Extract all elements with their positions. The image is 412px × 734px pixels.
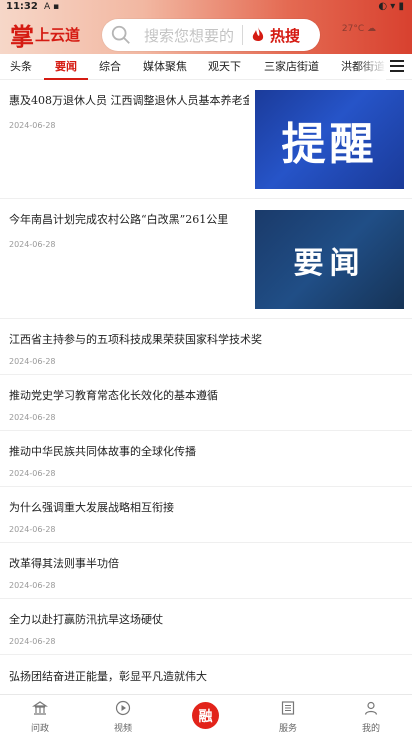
thumbnail-text: 提醒 (281, 118, 378, 170)
news-title: 为什么强调重大发展战略相互衔接 (9, 501, 174, 514)
news-title: 推动中华民族共同体故事的全球化传播 (9, 445, 196, 458)
menu-icon[interactable] (390, 60, 404, 72)
search-icon (110, 20, 140, 50)
news-title: 今年南昌计划完成农村公路“白改黑”261公里 (9, 213, 229, 226)
news-title: 江西省主持参与的五项科技成果荣获国家科学技术奖 (9, 333, 262, 346)
nav-label: 服务 (278, 724, 297, 734)
status-right-icons: ◐ ▾ ▮ (378, 1, 404, 12)
nav-video[interactable]: 视频 (93, 695, 153, 734)
news-date: 2024-06-28 (9, 121, 56, 130)
bottom-nav: 问政 视频 融 服务 我的 (0, 694, 412, 734)
tab-comprehensive[interactable]: 综合 (99, 58, 121, 74)
news-date: 2024-06-28 (9, 469, 56, 478)
news-date: 2024-06-28 (9, 581, 56, 590)
channel-tabs: 头条 要闻 综合 媒体聚焦 观天下 三家店街道 洪都街道 (0, 54, 412, 80)
news-title: 全力以赴打赢防汛抗旱这场硬仗 (9, 613, 163, 626)
news-item[interactable]: 今年南昌计划完成农村公路“白改黑”261公里 2024-06-28 要闻 (0, 199, 412, 319)
news-date: 2024-06-28 (9, 413, 56, 422)
tab-important-news[interactable]: 要闻 (55, 58, 77, 74)
thumbnail-text: 要闻 (293, 245, 366, 281)
news-title: 惠及408万退休人员 江西调整退休人员基本养老金 (9, 94, 249, 107)
news-item[interactable]: 推动党史学习教育常态化长效化的基本遵循 2024-06-28 (0, 375, 412, 431)
news-title: 推动党史学习教育常态化长效化的基本遵循 (9, 389, 218, 402)
news-item[interactable]: 改革得其法则事半功倍 2024-06-28 (0, 543, 412, 599)
news-item[interactable]: 全力以赴打赢防汛抗旱这场硬仗 2024-06-28 (0, 599, 412, 655)
nav-wenzheng[interactable]: 问政 (10, 695, 70, 734)
government-icon (32, 701, 48, 715)
news-item[interactable]: 推动中华民族共同体故事的全球化传播 2024-06-28 (0, 431, 412, 487)
nav-mine[interactable]: 我的 (341, 695, 401, 734)
app-logo[interactable]: 掌 上云道 (10, 20, 81, 51)
status-time: 11:32 (6, 1, 38, 12)
weather-widget[interactable]: 27°C ☁ (342, 24, 376, 34)
news-item[interactable]: 江西省主持参与的五项科技成果荣获国家科学技术奖 2024-06-28 (0, 319, 412, 375)
flame-icon (252, 27, 264, 41)
news-title: 弘扬团结奋进正能量，彰显平凡造就伟大 (9, 670, 207, 683)
news-thumbnail: 要闻 (255, 210, 404, 309)
hot-search-button[interactable]: 热搜 (251, 25, 300, 46)
list-icon (281, 701, 295, 715)
status-bar: 11:32 A ▪ ◐ ▾ ▮ (0, 0, 412, 14)
tab-world-view[interactable]: 观天下 (208, 58, 241, 74)
news-item[interactable]: 为什么强调重大发展战略相互衔接 2024-06-28 (0, 487, 412, 543)
nav-label: 视频 (113, 724, 132, 734)
hot-search-label: 热搜 (270, 26, 301, 45)
tab-media-focus[interactable]: 媒体聚焦 (143, 58, 187, 74)
nav-label: 我的 (361, 724, 380, 734)
search-placeholder: 搜索您想要的 (144, 26, 235, 45)
nav-service[interactable]: 服务 (258, 695, 318, 734)
news-item[interactable]: 弘扬团结奋进正能量，彰显平凡造就伟大 (0, 655, 412, 694)
tab-sanjiadian[interactable]: 三家店街道 (264, 58, 319, 74)
status-left-icons: A ▪ (44, 2, 60, 12)
search-bar[interactable]: 搜索您想要的 热搜 (102, 19, 320, 51)
logo-mark: 掌 (10, 21, 34, 51)
news-thumbnail: 提醒 (255, 90, 404, 189)
news-title: 改革得其法则事半功倍 (9, 557, 119, 570)
logo-text: 上云道 (35, 25, 81, 44)
news-date: 2024-06-28 (9, 525, 56, 534)
search-divider (242, 25, 244, 45)
app-root: 11:32 A ▪ ◐ ▾ ▮ 掌 上云道 搜索您想要的 热搜 27°C ☁ 头… (0, 0, 412, 734)
nav-label: 问政 (30, 724, 49, 734)
tab-headlines[interactable]: 头条 (10, 58, 32, 74)
top-header: 11:32 A ▪ ◐ ▾ ▮ 掌 上云道 搜索您想要的 热搜 27°C ☁ (0, 0, 412, 54)
news-date: 2024-06-28 (9, 240, 56, 249)
user-icon (364, 701, 378, 715)
news-date: 2024-06-28 (9, 357, 56, 366)
tab-fade (358, 54, 386, 80)
nav-rong-button[interactable]: 融 (192, 702, 219, 729)
news-item[interactable]: 惠及408万退休人员 江西调整退休人员基本养老金 2024-06-28 提醒 (0, 80, 412, 199)
news-date: 2024-06-28 (9, 637, 56, 646)
play-icon (115, 700, 131, 716)
news-feed: 惠及408万退休人员 江西调整退休人员基本养老金 2024-06-28 提醒 今… (0, 80, 412, 694)
